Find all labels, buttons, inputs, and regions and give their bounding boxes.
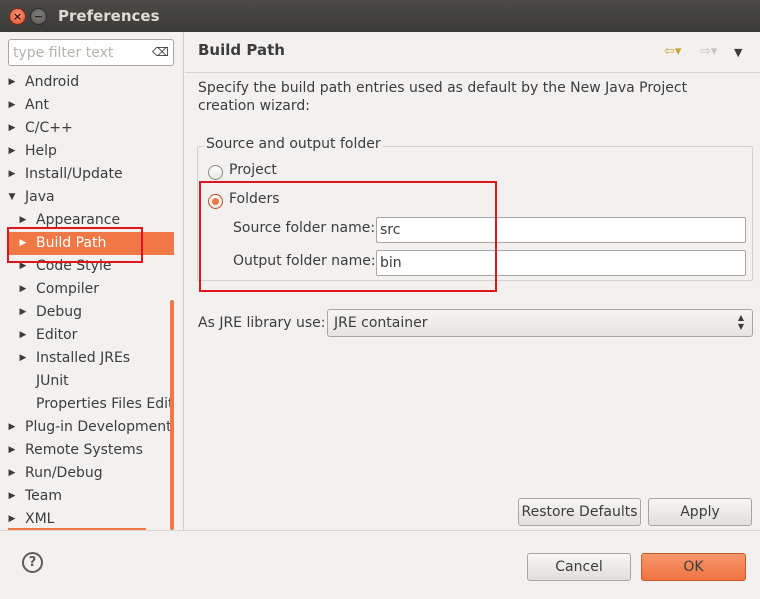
jre-library-label: As JRE library use: xyxy=(198,315,326,331)
project-radio[interactable] xyxy=(208,165,223,180)
tree-item-label: Remote Systems xyxy=(25,442,143,458)
collapse-arrow-icon[interactable]: ▼ xyxy=(7,186,17,209)
tree-item-plugin-development[interactable]: ▶ Plug-in Development xyxy=(0,416,174,439)
expand-arrow-icon[interactable]: ▶ xyxy=(18,278,28,301)
tree-item-properties-files-editor[interactable]: Properties Files Edit xyxy=(0,393,174,416)
tree-item-label: Ant xyxy=(25,97,49,113)
tree-item-label: Debug xyxy=(36,304,83,320)
tree-item-installed-jres[interactable]: ▶ Installed JREs xyxy=(0,347,174,370)
tree-item-label: Installed JREs xyxy=(36,350,131,366)
tree-item-label: Java xyxy=(25,189,55,205)
expand-arrow-icon[interactable]: ▶ xyxy=(7,485,17,508)
jre-library-value: JRE container xyxy=(334,315,428,331)
tree-item-android[interactable]: ▶ Android xyxy=(0,71,174,94)
highlight-box-build-path xyxy=(7,227,143,263)
tree-item-label: C/C++ xyxy=(25,120,73,136)
tree-item-install-update[interactable]: ▶ Install/Update xyxy=(0,163,174,186)
highlight-box-folders xyxy=(199,181,497,292)
help-icon[interactable]: ? xyxy=(22,552,43,573)
tree-item-compiler[interactable]: ▶ Compiler xyxy=(0,278,174,301)
expand-arrow-icon[interactable]: ▶ xyxy=(7,140,17,163)
tree-item-ant[interactable]: ▶ Ant xyxy=(0,94,174,117)
tree-item-label: Android xyxy=(25,74,80,90)
tree-item-help[interactable]: ▶ Help xyxy=(0,140,174,163)
expand-arrow-icon[interactable]: ▶ xyxy=(18,347,28,370)
ok-button[interactable]: OK xyxy=(641,553,746,581)
title-separator xyxy=(185,72,760,73)
select-spinner-icon: ▲ ▼ xyxy=(738,313,744,331)
tree-item-remote-systems[interactable]: ▶ Remote Systems xyxy=(0,439,174,462)
forward-arrow-icon[interactable]: ⇨▾ xyxy=(700,44,717,59)
tree-item-label: Editor xyxy=(36,327,78,343)
expand-arrow-icon[interactable]: ▶ xyxy=(7,163,17,186)
clear-filter-icon[interactable]: ⌫ xyxy=(152,45,169,59)
close-window-button[interactable]: × xyxy=(9,8,26,25)
tree-item-label: Properties Files Edit xyxy=(36,396,174,412)
tree-item-label: Install/Update xyxy=(25,166,123,182)
spinner-down-icon: ▼ xyxy=(737,322,744,331)
tree-item-label: Help xyxy=(25,143,57,159)
preferences-tree-panel: ⌫ ▶ Android ▶ Ant ▶ C/C++ ▶ Help ▶ Insta… xyxy=(0,32,184,531)
tree-item-run-debug[interactable]: ▶ Run/Debug xyxy=(0,462,174,485)
expand-arrow-icon[interactable]: ▶ xyxy=(18,324,28,347)
filter-input[interactable] xyxy=(13,43,145,62)
expand-arrow-icon[interactable]: ▶ xyxy=(7,416,17,439)
window-title: Preferences xyxy=(58,7,160,25)
minimize-icon: − xyxy=(33,10,44,23)
page-description: Specify the build path entries used as d… xyxy=(198,80,688,114)
tree-vertical-scrollbar[interactable] xyxy=(170,300,174,530)
close-icon: × xyxy=(12,10,23,23)
back-arrow-icon[interactable]: ⇦▾ xyxy=(664,44,681,59)
spinner-up-icon: ▲ xyxy=(737,313,744,322)
project-radio-label[interactable]: Project xyxy=(229,162,277,178)
tree-item-label: Compiler xyxy=(36,281,100,297)
expand-arrow-icon[interactable]: ▶ xyxy=(7,462,17,485)
tree-item-label: JUnit xyxy=(36,373,69,389)
tree-item-cpp[interactable]: ▶ C/C++ xyxy=(0,117,174,140)
tree-item-debug[interactable]: ▶ Debug xyxy=(0,301,174,324)
tree-item-label: Team xyxy=(25,488,63,504)
group-title: Source and output folder xyxy=(204,136,383,152)
tree-item-label: Run/Debug xyxy=(25,465,103,481)
page-navigation: ⇦▾ ⇨▾ ▼ xyxy=(664,44,746,62)
jre-library-select[interactable]: JRE container ▲ ▼ xyxy=(327,309,753,337)
tree-item-junit[interactable]: JUnit xyxy=(0,370,174,393)
dialog-button-bar: ? Cancel OK xyxy=(0,530,760,599)
cancel-button[interactable]: Cancel xyxy=(527,553,631,581)
expand-arrow-icon[interactable]: ▶ xyxy=(7,117,17,140)
view-menu-icon[interactable]: ▼ xyxy=(734,46,742,59)
expand-arrow-icon[interactable]: ▶ xyxy=(7,71,17,94)
tree-item-team[interactable]: ▶ Team xyxy=(0,485,174,508)
tree-item-editor[interactable]: ▶ Editor xyxy=(0,324,174,347)
apply-button[interactable]: Apply xyxy=(648,498,752,526)
filter-box[interactable]: ⌫ xyxy=(8,39,174,66)
expand-arrow-icon[interactable]: ▶ xyxy=(7,94,17,117)
tree-item-label: Plug-in Development xyxy=(25,419,172,435)
restore-defaults-button[interactable]: Restore Defaults xyxy=(518,498,641,526)
title-bar: × − Preferences xyxy=(0,0,760,32)
page-title: Build Path xyxy=(198,41,285,59)
tree-item-java[interactable]: ▼ Java xyxy=(0,186,174,209)
expand-arrow-icon[interactable]: ▶ xyxy=(18,301,28,324)
expand-arrow-icon[interactable]: ▶ xyxy=(7,439,17,462)
minimize-window-button[interactable]: − xyxy=(30,8,47,25)
